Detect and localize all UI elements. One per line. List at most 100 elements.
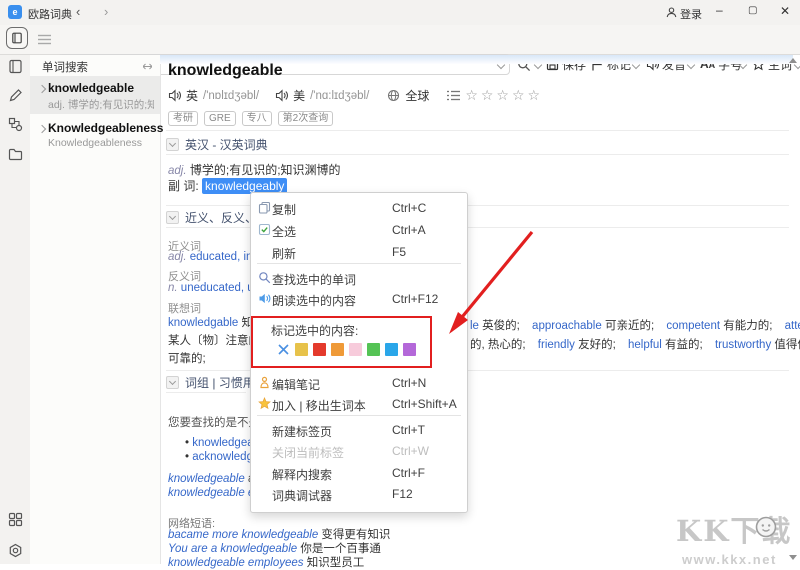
definition-text: 博学的;有见识的;知识渊博的 xyxy=(190,163,341,177)
app-title: 欧路词典 xyxy=(28,6,72,22)
expand-chevron-icon xyxy=(38,85,46,93)
menu-item-close-tab: 关闭当前标签Ctrl+W xyxy=(251,440,467,462)
tag: 考研 xyxy=(168,111,198,126)
app-logo-icon: e xyxy=(8,5,22,19)
menu-item-search-in-page[interactable]: 解释内搜索Ctrl+F xyxy=(251,462,467,484)
menu-item-new-tab[interactable]: 新建标签页Ctrl+T xyxy=(251,419,467,441)
mark-color-purple[interactable] xyxy=(403,343,416,356)
entry-link-row: knowledgeable ad xyxy=(168,473,261,486)
definition-line: adj. 博学的;有见识的;知识渊博的 xyxy=(168,161,341,178)
collapse-chevron-icon[interactable] xyxy=(166,138,179,151)
forward-button[interactable]: › xyxy=(104,4,108,20)
menu-item-wordbook-toggle[interactable]: 加入 | 移出生词本Ctrl+Shift+A xyxy=(251,393,467,415)
sidebar: 单词搜索 knowledgeable adj. 博学的;有见识的;知识渊博的 K… xyxy=(30,55,161,564)
sidebar-item-knowledgeableness[interactable]: Knowledgeableness Knowledgeableness xyxy=(30,116,160,154)
apps-grid-icon[interactable] xyxy=(8,512,23,527)
globe-icon[interactable] xyxy=(387,89,400,102)
tag: GRE xyxy=(204,111,236,126)
back-button[interactable]: ‹ xyxy=(76,4,80,20)
divider xyxy=(166,392,246,393)
dictionary-tab-button[interactable] xyxy=(6,27,28,49)
ant-words: n. uneducated, uni xyxy=(168,282,263,295)
menu-item-select-all[interactable]: 全选Ctrl+A xyxy=(251,219,467,241)
copy-icon xyxy=(258,201,271,214)
menu-item-refresh[interactable]: 刷新F5 xyxy=(251,241,467,263)
login-button[interactable]: 登录 xyxy=(680,6,702,22)
mark-selection-label: 标记选中的内容: xyxy=(271,322,358,339)
user-icon xyxy=(666,7,677,18)
menu-separator xyxy=(257,263,461,264)
divider xyxy=(166,154,789,155)
section-dict-header: 英汉 - 汉英词典 xyxy=(166,136,268,153)
watermark-url: www.kkx.net xyxy=(682,552,792,567)
headword: knowledgeable xyxy=(168,62,283,80)
speaker-icon xyxy=(258,292,271,305)
us-label: 美 xyxy=(293,87,305,104)
left-rail xyxy=(0,55,31,564)
watermark-face-icon xyxy=(755,516,777,538)
rating-stars-icon[interactable]: ☆☆☆☆☆ xyxy=(465,87,543,104)
tags-row: 考研 GRE 专八第2次查询 xyxy=(168,110,339,126)
mark-color-yellow[interactable] xyxy=(295,343,308,356)
mark-color-pink[interactable] xyxy=(349,343,362,356)
rel-line2-right: 的, 热心的; friendly 友好的; helpful 有益的; trust… xyxy=(470,339,800,352)
pronunciation-row: 英 /'nɒlɪdʒəbl/ 美 /'nɑ:lɪdʒəbl/ 全球 ☆☆☆☆☆ xyxy=(168,88,543,103)
syn-words: adj. educated, info xyxy=(168,251,262,264)
close-button[interactable]: ✕ xyxy=(780,4,790,18)
category-rail-icon[interactable] xyxy=(8,117,23,132)
journal-icon xyxy=(11,32,23,44)
mark-color-blue[interactable] xyxy=(385,343,398,356)
minimize-button[interactable]: – xyxy=(716,3,723,17)
scrollbar-down-arrow[interactable] xyxy=(789,555,797,560)
entry-link-row: knowledgeable elit xyxy=(168,487,263,500)
us-speaker-icon[interactable] xyxy=(275,89,288,102)
uk-speaker-icon[interactable] xyxy=(168,89,181,102)
edit-rail-icon[interactable] xyxy=(8,88,23,103)
mark-color-red[interactable] xyxy=(313,343,326,356)
remove-mark-icon[interactable] xyxy=(277,343,290,356)
context-menu: 复制Ctrl+C 全选Ctrl+A 刷新F5 查找选中的单词 朗读选中的内容Ct… xyxy=(250,192,468,513)
menu-item-find-selected[interactable]: 查找选中的单词 xyxy=(251,267,467,289)
list-icon[interactable] xyxy=(447,90,460,101)
wordlist-menu-icon[interactable] xyxy=(38,34,52,45)
scrollbar-up-arrow[interactable] xyxy=(789,58,797,63)
bullet-icon: • xyxy=(185,451,189,463)
divider xyxy=(166,130,789,131)
titlebar: e 欧路词典 ‹ › 登录 – ▢ ✕ xyxy=(0,0,800,25)
folder-rail-icon[interactable] xyxy=(8,147,23,162)
mark-color-orange[interactable] xyxy=(331,343,344,356)
web-phrase-row: bacame more knowledgeable 变得更有知识 xyxy=(168,529,390,542)
select-all-icon xyxy=(258,223,271,236)
settings-gear-icon[interactable] xyxy=(8,543,23,558)
suggest-link-row: • knowledgeab xyxy=(185,437,260,450)
sidebar-word: knowledgeable xyxy=(48,81,134,95)
global-label[interactable]: 全球 xyxy=(405,87,429,104)
adverb-label: 副 词: xyxy=(168,179,199,193)
menu-item-edit-note[interactable]: 编辑笔记Ctrl+N xyxy=(251,372,467,394)
menu-item-copy[interactable]: 复制Ctrl+C xyxy=(251,197,467,219)
did-you-mean-label: 您要查找的是不是: xyxy=(168,414,263,430)
watermark-title: KK下载 xyxy=(676,508,792,550)
tag: 专八 xyxy=(242,111,272,126)
web-phrase-row: You are a knowledgeable 你是一个百事通 xyxy=(168,543,381,556)
collapse-chevron-icon[interactable] xyxy=(166,376,179,389)
mark-color-green[interactable] xyxy=(367,343,380,356)
expand-chevron-icon xyxy=(38,125,46,133)
toolbar: 保存 标记 发音 AA 字号 生词 xyxy=(0,25,800,55)
menu-item-dict-debugger[interactable]: 词典调试器F12 xyxy=(251,483,467,505)
menu-item-read-selected[interactable]: 朗读选中的内容Ctrl+F12 xyxy=(251,288,467,310)
menu-separator xyxy=(257,415,461,416)
sidebar-expand-icon[interactable] xyxy=(143,63,152,70)
sidebar-word: Knowledgeableness xyxy=(48,121,163,135)
tag: 第2次查询 xyxy=(278,111,334,126)
magnifier-icon xyxy=(258,271,271,284)
rel-line1-right: le 英俊的; approachable 可亲近的; competent 有能力… xyxy=(470,320,800,333)
sidebar-header: 单词搜索 xyxy=(42,59,88,75)
collapse-chevron-icon[interactable] xyxy=(166,211,179,224)
bullet-icon: • xyxy=(185,437,189,449)
mark-color-row xyxy=(277,343,416,356)
rel-line3-left: 可靠的; xyxy=(168,353,206,366)
sidebar-item-knowledgeable[interactable]: knowledgeable adj. 博学的;有见识的;知识渊博的 xyxy=(30,76,160,114)
maximize-button[interactable]: ▢ xyxy=(748,5,757,16)
dictionary-rail-icon[interactable] xyxy=(8,59,23,74)
